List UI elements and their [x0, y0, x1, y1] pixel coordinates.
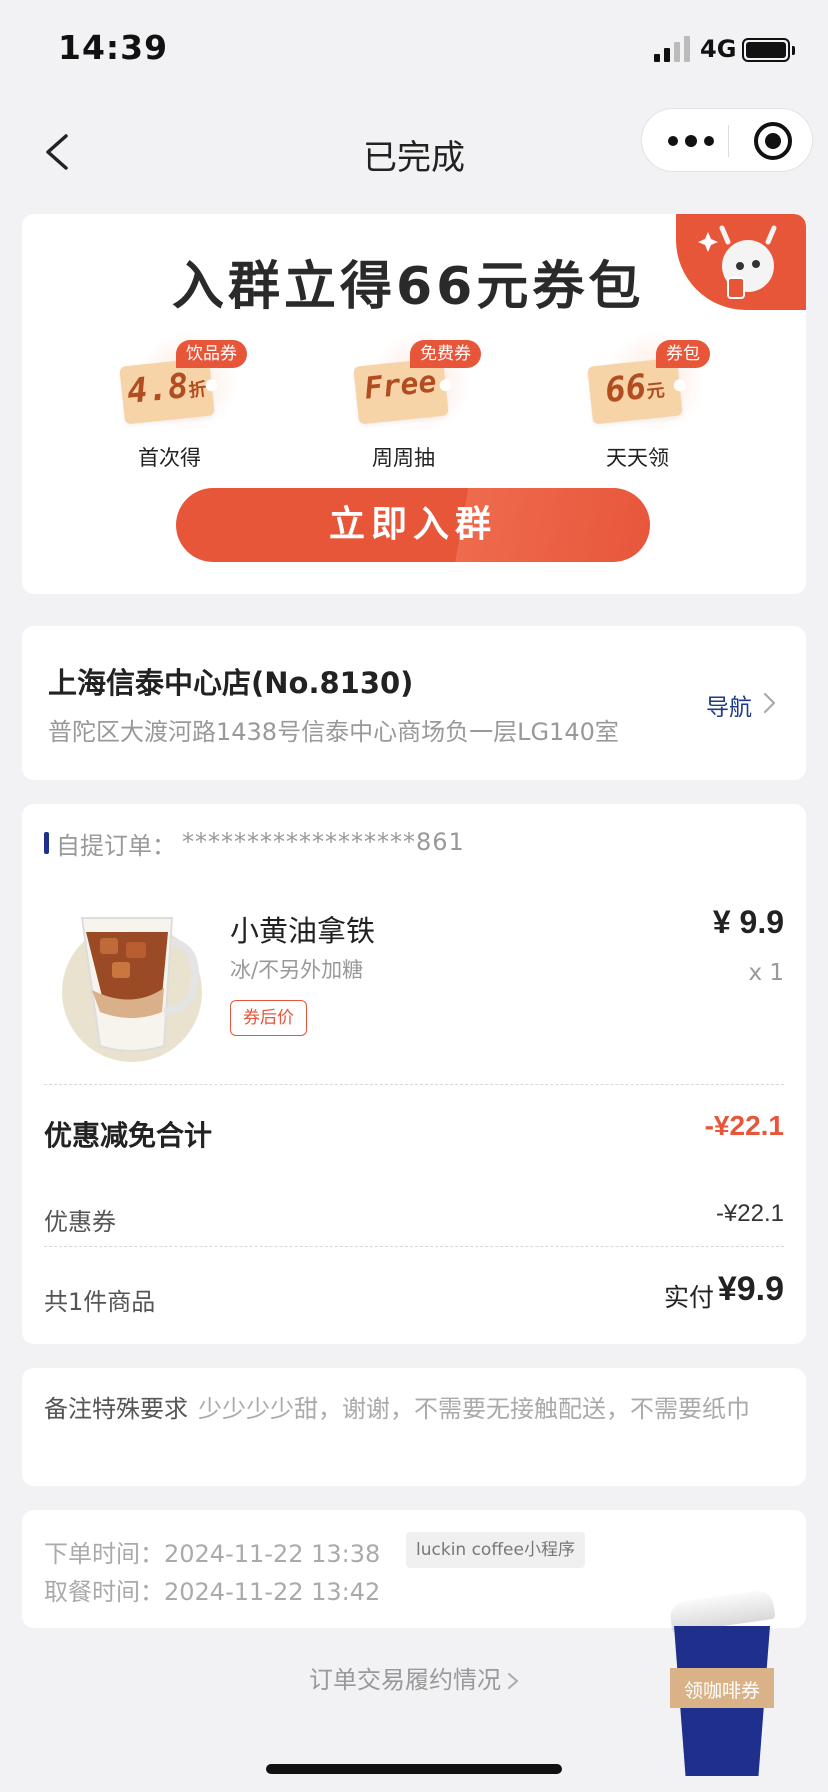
coffee-coupon-float-button[interactable]: 领咖啡券	[666, 1588, 778, 1778]
divider	[44, 1246, 784, 1247]
store-name: 上海信泰中心店(No.8130)	[48, 666, 414, 700]
join-group-button[interactable]: 立即入群	[176, 488, 650, 562]
product-quantity: x 1	[748, 960, 784, 986]
more-icon[interactable]	[668, 128, 728, 154]
capsule-divider	[728, 125, 729, 157]
network-type: 4G	[700, 35, 737, 63]
order-type-label: 自提订单：	[56, 832, 176, 860]
coffee-coupon-label: 领咖啡券	[683, 1680, 760, 1702]
items-count: 共1件商品	[44, 1288, 156, 1316]
store-card: 上海信泰中心店(No.8130) 普陀区大渡河路1438号信泰中心商场负一层LG…	[22, 626, 806, 780]
perk-label: 周周抽	[372, 446, 435, 470]
divider	[44, 1084, 784, 1085]
group-banner[interactable]: 入群立得66元券包 4.8折 饮品券 首次得 Free 免费券 周周抽 66元 …	[22, 214, 806, 594]
nav-bar: 已完成	[0, 100, 828, 204]
pickup-time-row: 取餐时间：2024-11-22 13:42	[44, 1572, 380, 1607]
status-time: 14:39	[58, 28, 169, 67]
pickup-time: 2024-11-22 13:42	[164, 1578, 381, 1606]
mini-program-capsule	[641, 108, 813, 172]
signal-icon	[654, 36, 690, 62]
perk-badge: 饮品券	[176, 340, 247, 368]
remark-label: 备注特殊要求	[44, 1395, 188, 1423]
perk-daily: 66元 券包 天天领	[580, 324, 740, 484]
source-tag: luckin coffee小程序	[406, 1532, 585, 1568]
chevron-right-icon[interactable]	[762, 692, 776, 714]
order-time-label: 下单时间：	[44, 1540, 164, 1568]
discount-title: 优惠减免合计	[44, 1119, 213, 1152]
perk-first: 4.8折 饮品券 首次得	[112, 324, 272, 484]
banner-title: 入群立得66元券包	[172, 257, 645, 317]
perk-weekly: Free 免费券 周周抽	[346, 324, 506, 484]
order-number: ******************861	[182, 828, 465, 856]
product-name: 小黄油拿铁	[230, 914, 376, 948]
coupon-label: 优惠券	[44, 1208, 116, 1236]
remark-text: 少少少少甜，谢谢，不需要无接触配送，不需要纸巾	[198, 1395, 750, 1423]
order-fulfillment-label: 订单交易履约情况	[309, 1666, 501, 1694]
mascot-icon	[698, 225, 777, 299]
perk-label: 首次得	[138, 446, 201, 470]
discount-total: -¥22.1	[704, 1110, 784, 1141]
battery-tip	[792, 46, 795, 55]
order-time: 2024-11-22 13:38	[164, 1540, 381, 1568]
remark-card: 备注特殊要求 少少少少甜，谢谢，不需要无接触配送，不需要纸巾	[22, 1368, 806, 1486]
status-bar: 14:39 4G	[0, 0, 828, 100]
product-price: ¥ 9.9	[712, 904, 784, 940]
order-time-row: 下单时间：2024-11-22 13:38	[44, 1534, 380, 1569]
perk-label: 天天领	[606, 446, 669, 470]
paid-label: 实付	[663, 1283, 714, 1312]
paid-value: ¥9.9	[717, 1270, 784, 1308]
pickup-time-label: 取餐时间：	[44, 1578, 164, 1606]
product-image	[62, 917, 202, 1062]
perk-badge: 券包	[656, 340, 710, 368]
navigate-link[interactable]: 导航	[706, 688, 752, 722]
perk-badge: 免费券	[410, 340, 481, 368]
home-indicator	[266, 1764, 562, 1774]
close-mini-program-icon[interactable]	[754, 122, 792, 160]
mascot-corner	[676, 214, 806, 310]
battery-icon	[742, 38, 790, 62]
section-marker	[44, 832, 49, 854]
store-address: 普陀区大渡河路1438号信泰中心商场负一层LG140室	[48, 718, 619, 746]
order-card: 自提订单： ******************861 小黄油拿铁 冰/不另外加…	[22, 804, 806, 1344]
chevron-right-icon	[508, 1673, 518, 1689]
coupon-price-tag: 券后价	[230, 1000, 307, 1036]
product-spec: 冰/不另外加糖	[230, 958, 364, 982]
coupon-value: -¥22.1	[715, 1200, 784, 1227]
